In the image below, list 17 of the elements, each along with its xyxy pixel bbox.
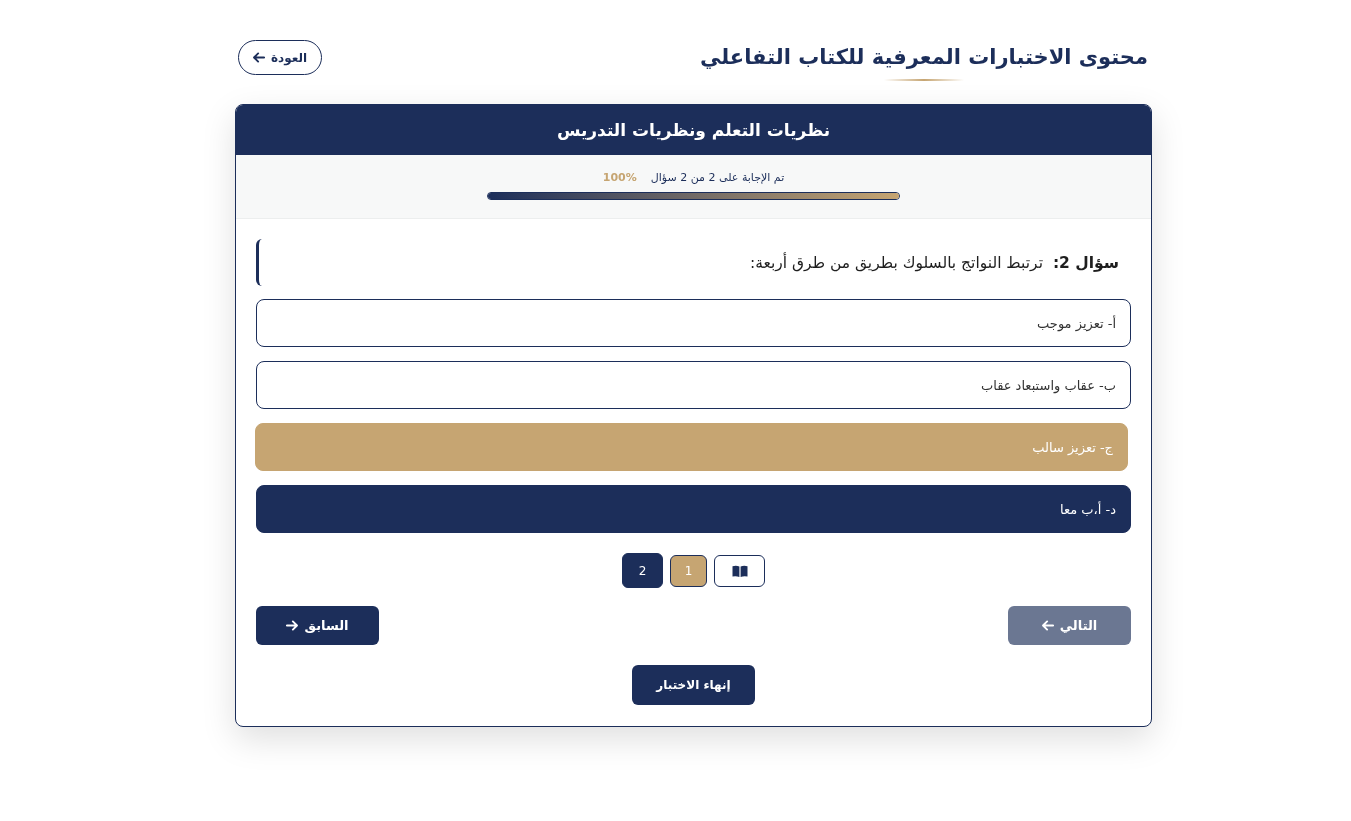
quiz-title: نظريات التعلم ونظريات التدريس xyxy=(236,105,1151,155)
arrow-left-icon xyxy=(1041,620,1054,631)
question-text: سؤال 2: ترتبط النواتج بالسلوك بطريق من طرق أربعة: xyxy=(256,239,1131,286)
finish-quiz-button[interactable]: إنهاء الاختبار xyxy=(632,665,755,705)
book-button[interactable] xyxy=(714,554,765,587)
answer-option[interactable]: ب- عقاب واستبعاد عقاب xyxy=(256,361,1131,409)
arrow-left-icon xyxy=(253,52,265,63)
page-title: محتوى الاختبارات المعرفية للكتاب التفاعلي xyxy=(700,44,1148,71)
progress-percent: 100% xyxy=(602,170,637,184)
arrow-right-icon xyxy=(286,620,299,631)
answer-option[interactable]: أ- تعزيز موجب xyxy=(256,299,1131,347)
previous-button[interactable]: السابق xyxy=(256,606,379,645)
progress-text: تم الإجابة على 2 من 2 سؤال xyxy=(650,170,785,184)
answer-option[interactable]: د- أ،ب معا xyxy=(256,485,1131,533)
question-number-button[interactable]: 2 xyxy=(622,553,663,588)
back-button[interactable]: العودة xyxy=(238,40,323,75)
book-icon xyxy=(731,564,748,577)
